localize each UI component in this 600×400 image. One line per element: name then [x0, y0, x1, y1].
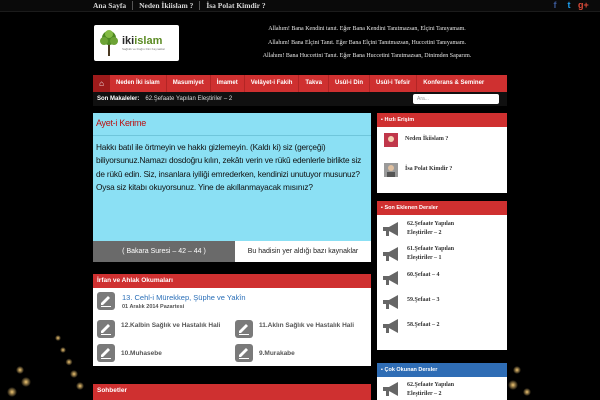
recent-lesson-link[interactable]: 59.Şefaat – 3: [407, 296, 467, 305]
topnav-link-neden[interactable]: Neden İkiislam ?: [133, 1, 201, 10]
irfan-panel: 13. Cehl-i Mürekkep, Şüphe ve Yakîn 01 A…: [93, 288, 371, 366]
nav-item-velayet[interactable]: Velâyet-i Fakih: [245, 75, 300, 92]
megaphone-icon: [381, 270, 403, 286]
slogan-line-2: Allahım! Bana Elçini Tanıt. Eğer Bana El…: [267, 39, 466, 46]
pencil-icon: [97, 292, 115, 310]
popular-lessons-panel: 62.Şefaate Yapılan Eleştiriler – 2: [377, 377, 507, 400]
megaphone-icon: [381, 246, 403, 262]
pencil-icon: [235, 320, 253, 338]
search-input[interactable]: Ara...: [413, 94, 499, 104]
featured-lesson-date: 01 Aralık 2014 Pazartesi: [122, 304, 185, 310]
nav-item-takva[interactable]: Takva: [299, 75, 329, 92]
ayet-sources-link[interactable]: Bu hadisin yer aldığı bazı kaynaklar: [235, 241, 371, 262]
ticker-label: Son Makaleler:: [97, 96, 140, 102]
megaphone-icon: [381, 221, 403, 237]
site-logo[interactable]: ikiislam Sağlıklı ve Doğru Dini Kaynakla…: [94, 25, 179, 61]
star-icon: ▪: [381, 205, 383, 211]
avatar: [384, 163, 398, 177]
recent-lessons-panel: 62.Şefaate Yapılan Eleştiriler – 2 61.Şe…: [377, 215, 507, 350]
news-ticker: Son Makaleler: 62.Şefaate Yapılan Eleşti…: [93, 92, 507, 106]
ayet-footer: ( Bakara Suresi – 42 – 44 ) Bu hadisin y…: [93, 241, 371, 262]
ayet-source: ( Bakara Suresi – 42 – 44 ): [93, 241, 235, 262]
pencil-icon: [97, 320, 115, 338]
sidebar-recent-title: ▪ Son Eklenen Dersler: [377, 201, 507, 215]
avatar: [384, 133, 398, 147]
sidebar-popular-title: ▪ Çok Okunan Dersler: [377, 363, 507, 377]
home-icon[interactable]: ⌂: [93, 75, 110, 92]
megaphone-icon: [381, 294, 403, 310]
background-lights-decoration: [7, 335, 84, 397]
nav-item-masumiyet[interactable]: Masumiyet: [167, 75, 211, 92]
social-links: f t g+: [550, 0, 589, 10]
ayet-box: Ayet-i Kerime Hakkı batıl ile örtmeyin v…: [93, 113, 371, 241]
background-lights-decoration-right: [508, 366, 531, 396]
nav-item-konferans[interactable]: Konferans & Seminer: [417, 75, 490, 92]
header-slogan: Allahım! Bana Kendini tanıt. Eğer Bana K…: [232, 23, 502, 64]
logo-subtitle: Sağlıklı ve Doğru Dini Kaynaklar: [122, 47, 166, 51]
quick-access-panel: Neden İkiislam ? İsa Polat Kimdir ?: [377, 127, 507, 193]
featured-lesson-title[interactable]: 13. Cehl-i Mürekkep, Şüphe ve Yakîn: [122, 293, 246, 302]
sohbetler-panel-title[interactable]: Sohbetler: [93, 384, 371, 400]
ticker-link[interactable]: 62.Şefaate Yapılan Eleştiriler – 2: [145, 96, 232, 102]
top-bar: Ana Sayfa Neden İkiislam ? İsa Polat Kim…: [0, 0, 600, 12]
megaphone-icon: [381, 318, 403, 334]
google-plus-icon[interactable]: g+: [578, 0, 589, 10]
quick-link-isa-polat[interactable]: İsa Polat Kimdir ?: [405, 165, 452, 173]
tree-logo-icon: [98, 29, 120, 57]
topnav-link-isa-polat[interactable]: İsa Polat Kimdir ?: [200, 1, 271, 10]
recent-lesson-link[interactable]: 58.Şefaat – 2: [407, 321, 467, 330]
recent-lesson-link[interactable]: 61.Şefaate Yapılan Eleştiriler – 1: [407, 245, 467, 262]
irfan-panel-title[interactable]: İrfan ve Ahlak Okumaları: [93, 274, 371, 288]
nav-item-usul-tefsir[interactable]: Usûl-i Tefsir: [370, 75, 418, 92]
lesson-link[interactable]: 11.Aklın Sağlık ve Hastalık Hali: [259, 321, 364, 330]
slogan-line-3: Allahım! Bana Huccetini Tanıt. Eğer Bana…: [262, 53, 472, 59]
facebook-icon[interactable]: f: [550, 0, 560, 10]
slogan-line-1: Allahım! Bana Kendini tanıt. Eğer Bana K…: [268, 26, 466, 32]
nav-item-usul-din[interactable]: Usûl-i Din: [329, 75, 370, 92]
popular-lesson-link[interactable]: 62.Şefaate Yapılan Eleştiriler – 2: [407, 381, 467, 398]
ayet-title: Ayet-i Kerime: [93, 113, 371, 136]
star-icon: ▪: [381, 367, 383, 373]
megaphone-icon: [381, 381, 403, 397]
lesson-link[interactable]: 12.Kalbin Sağlık ve Hastalık Hali: [121, 321, 226, 330]
topnav-link-home[interactable]: Ana Sayfa: [93, 1, 134, 10]
sidebar-quick-access-title: ▪ Hızlı Erişim: [377, 113, 507, 127]
quick-link-neden[interactable]: Neden İkiislam ?: [405, 135, 448, 143]
nav-item-imamet[interactable]: İmamet: [211, 75, 245, 92]
ayet-body: Hakkı batıl ile örtmeyin ve hakkı gizlem…: [96, 142, 362, 193]
lesson-link[interactable]: 10.Muhasebe: [121, 349, 226, 358]
twitter-icon[interactable]: t: [564, 0, 574, 10]
lesson-link[interactable]: 9.Murakabe: [259, 349, 364, 358]
recent-lesson-link[interactable]: 60.Şefaat – 4: [407, 271, 467, 280]
star-icon: ▪: [381, 117, 383, 123]
main-nav: ⌂ Neden İki islam Masumiyet İmamet Velây…: [93, 75, 507, 92]
top-nav: Ana Sayfa Neden İkiislam ? İsa Polat Kim…: [93, 1, 272, 10]
recent-lesson-link[interactable]: 62.Şefaate Yapılan Eleştiriler – 2: [407, 220, 467, 237]
logo-text: ikiislam: [122, 35, 163, 47]
pencil-icon: [235, 344, 253, 362]
pencil-icon: [97, 344, 115, 362]
nav-item-neden[interactable]: Neden İki islam: [110, 75, 167, 92]
